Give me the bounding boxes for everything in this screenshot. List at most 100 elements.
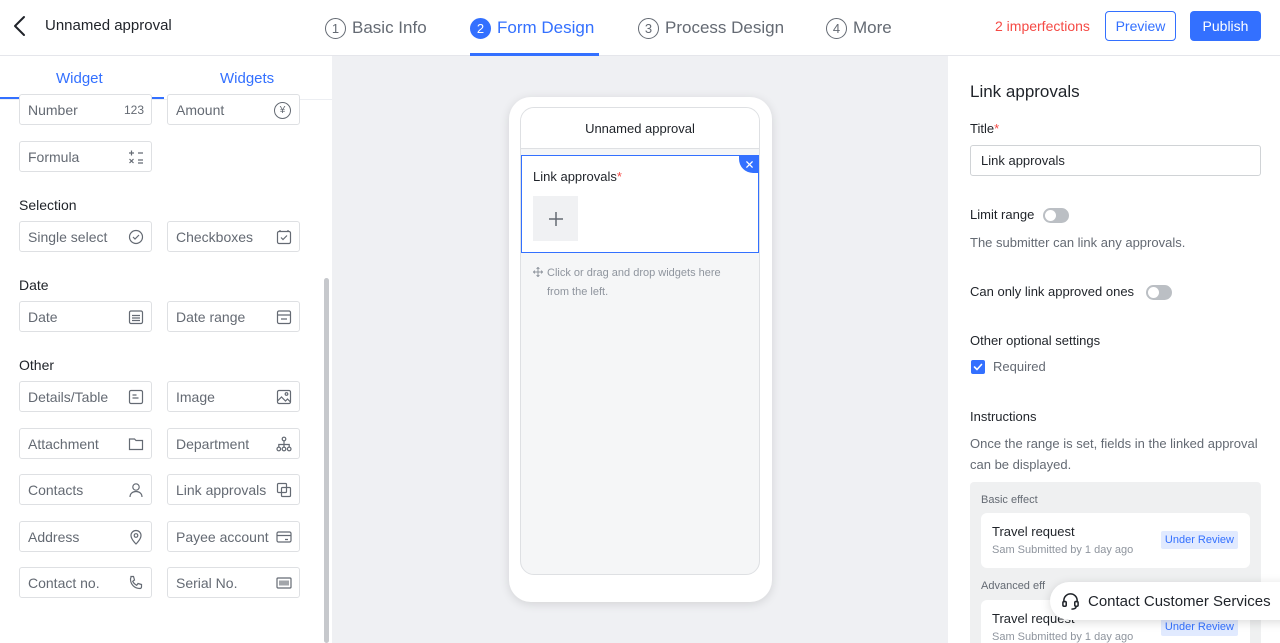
widget-panel-scrollbar[interactable]: [324, 278, 329, 643]
properties-title: Link approvals: [970, 82, 1080, 101]
other-settings-label: Other optional settings: [970, 333, 1101, 348]
phone-form-title: Unnamed approval: [521, 108, 759, 149]
table-icon: [128, 389, 144, 405]
widget-label: Department: [176, 436, 250, 452]
widget-label: Contact no.: [28, 575, 100, 591]
phone-screen: Unnamed approval Link approvals* Click o…: [520, 107, 760, 575]
headset-icon: [1062, 592, 1079, 610]
widget-address[interactable]: Address: [19, 521, 152, 552]
widget-link-approvals[interactable]: Link approvals: [167, 474, 300, 505]
formula-icon: [128, 149, 144, 165]
preview-button[interactable]: Preview: [1105, 11, 1176, 41]
checkmark-icon: [973, 363, 983, 371]
widget-contacts[interactable]: Contacts: [19, 474, 152, 505]
widget-attachment[interactable]: Attachment: [19, 428, 152, 459]
image-icon: [276, 389, 292, 405]
move-icon: [533, 267, 543, 277]
number-icon: 123: [123, 103, 144, 117]
limit-range-toggle[interactable]: [1043, 208, 1069, 223]
step-label: More: [853, 18, 892, 37]
card-subtitle: Sam Submitted by 1 day ago: [992, 544, 1134, 556]
field-label-text: Link approvals: [533, 169, 617, 184]
required-checkbox[interactable]: [971, 360, 985, 374]
widget-formula[interactable]: Formula: [19, 141, 152, 172]
widget-number[interactable]: Number 123: [19, 94, 152, 125]
drop-hint: Click or drag and drop widgets here from…: [533, 264, 743, 302]
publish-button[interactable]: Publish: [1190, 11, 1261, 41]
step-more[interactable]: 4 More: [826, 14, 892, 42]
advanced-effect-label: Advanced eff: [981, 580, 1046, 592]
widget-label: Address: [28, 529, 80, 545]
widget-label: Date range: [176, 309, 246, 325]
title-label-text: Title: [970, 121, 995, 136]
folder-icon: [128, 436, 144, 452]
only-approved-label: Can only link approved ones: [970, 284, 1135, 299]
widget-image[interactable]: Image: [167, 381, 300, 412]
approval-title: Unnamed approval: [45, 17, 172, 34]
widget-label: Single select: [28, 229, 108, 245]
back-arrow-icon[interactable]: [10, 14, 30, 38]
required-label: Required: [993, 359, 1046, 374]
org-chart-icon: [276, 436, 292, 452]
phone-icon: [128, 575, 144, 591]
step-number: 3: [638, 17, 659, 39]
widget-label: Checkboxes: [176, 229, 254, 245]
step-process-design[interactable]: 3 Process Design: [638, 14, 784, 42]
required-mark: *: [616, 169, 622, 184]
widget-label: Payee account: [176, 529, 269, 545]
widget-date-range[interactable]: Date range: [167, 301, 300, 332]
basic-effect-label: Basic effect: [981, 494, 1038, 506]
instructions-label: Instructions: [970, 409, 1037, 424]
widget-payee-account[interactable]: Payee account: [167, 521, 300, 552]
widget-contact-no[interactable]: Contact no.: [19, 567, 152, 598]
barcode-icon: [276, 575, 292, 591]
form-canvas: Unnamed approval Link approvals* Click o…: [332, 56, 948, 643]
checkbox-icon: [276, 229, 292, 245]
widget-label: Image: [176, 389, 215, 405]
step-number: 1: [325, 17, 346, 39]
tab-widgets[interactable]: Widgets: [220, 70, 274, 87]
section-selection: Selection: [19, 197, 77, 213]
approval-card: Travel request Sam Submitted by 1 day ag…: [981, 513, 1250, 568]
link-approval-icon: [276, 482, 292, 498]
widget-label: Details/Table: [28, 389, 109, 405]
date-range-icon: [276, 309, 292, 325]
title-label: Title*: [970, 121, 999, 136]
title-input[interactable]: [970, 145, 1261, 176]
top-header: Unnamed approval 1 Basic Info 2 Form Des…: [0, 0, 1280, 56]
widget-serial-no[interactable]: Serial No.: [167, 567, 300, 598]
widget-label: Serial No.: [176, 575, 238, 591]
widget-checkboxes[interactable]: Checkboxes: [167, 221, 300, 252]
step-label: Process Design: [665, 18, 785, 37]
contact-support-label: Contact Customer Services: [1088, 592, 1271, 610]
radio-check-icon: [128, 229, 144, 245]
imperfections-link[interactable]: 2 imperfections: [995, 18, 1090, 34]
widget-department[interactable]: Department: [167, 428, 300, 459]
widget-single-select[interactable]: Single select: [19, 221, 152, 252]
currency-icon: ¥: [274, 102, 291, 119]
step-basic-info[interactable]: 1 Basic Info: [325, 14, 427, 42]
widget-label: Date: [28, 309, 58, 325]
tab-widget[interactable]: Widget: [56, 70, 103, 87]
status-badge: Under Review: [1160, 531, 1238, 549]
calendar-icon: [128, 309, 144, 325]
step-label: Basic Info: [352, 18, 427, 37]
card-title: Travel request: [992, 524, 1075, 539]
widget-amount[interactable]: Amount ¥: [167, 94, 300, 125]
widget-label: Attachment: [28, 436, 99, 452]
selected-field-link-approvals[interactable]: Link approvals*: [521, 155, 759, 253]
add-link-button[interactable]: [533, 196, 578, 241]
widget-details-table[interactable]: Details/Table: [19, 381, 152, 412]
delete-field-icon[interactable]: [739, 155, 759, 173]
widget-label: Formula: [28, 149, 80, 165]
contact-support-button[interactable]: Contact Customer Services: [1050, 582, 1280, 620]
step-form-design[interactable]: 2 Form Design: [470, 14, 594, 42]
widget-date[interactable]: Date: [19, 301, 152, 332]
properties-panel: Link approvals Title* Limit range The su…: [948, 56, 1280, 643]
location-pin-icon: [128, 529, 144, 545]
credit-card-icon: [276, 529, 292, 545]
widget-panel: Widget Widgets Number 123 Amount ¥ Formu…: [0, 56, 332, 643]
limit-range-hint: The submitter can link any approvals.: [970, 235, 1186, 250]
only-approved-toggle[interactable]: [1146, 285, 1172, 300]
person-icon: [128, 482, 144, 498]
